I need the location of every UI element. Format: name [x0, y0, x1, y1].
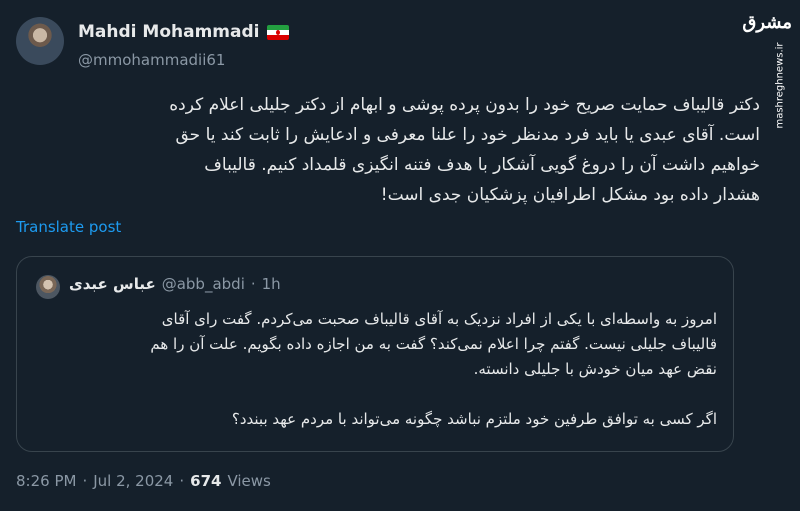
tweet-text: دکتر قالیباف حمایت صریح خود را بدون پرده…	[169, 95, 760, 205]
quoted-author-handle[interactable]: @abb_abdi	[162, 275, 245, 293]
quoted-author-name[interactable]: عباس عبدی	[69, 275, 156, 293]
footer-separator: ·	[179, 472, 185, 490]
views-label: Views	[227, 472, 271, 490]
views-count: 674	[190, 472, 222, 490]
quoted-tweet-card[interactable]: عباس عبدی @abb_abdi · 1h امروز به واسطه‌…	[16, 256, 734, 452]
author-handle[interactable]: @mmohammadii61	[78, 51, 225, 69]
author-avatar[interactable]	[16, 17, 64, 65]
tweet-footer: 8:26 PM · Jul 2, 2024 · 674 Views	[16, 472, 271, 490]
quoted-separator: ·	[250, 275, 256, 293]
quoted-tweet-text: امروز به واسطه‌ای با یکی از افراد نزدیک …	[150, 310, 717, 428]
quoted-tweet-header: عباس عبدی @abb_abdi · 1h	[69, 275, 281, 293]
quoted-timestamp[interactable]: 1h	[262, 275, 281, 293]
translate-post-link[interactable]: Translate post	[16, 218, 121, 236]
watermark: مشرق mashreghnews.ir	[742, 8, 796, 129]
post-date[interactable]: Jul 2, 2024	[93, 472, 173, 490]
post-time[interactable]: 8:26 PM	[16, 472, 76, 490]
author-name[interactable]: Mahdi Mohammadi	[78, 22, 259, 42]
quoted-author-avatar[interactable]	[36, 275, 60, 299]
author-display-name[interactable]: Mahdi Mohammadi	[78, 22, 290, 42]
footer-separator: ·	[82, 472, 88, 490]
watermark-url: mashreghnews.ir	[774, 42, 786, 129]
iran-flag-icon	[267, 24, 290, 40]
